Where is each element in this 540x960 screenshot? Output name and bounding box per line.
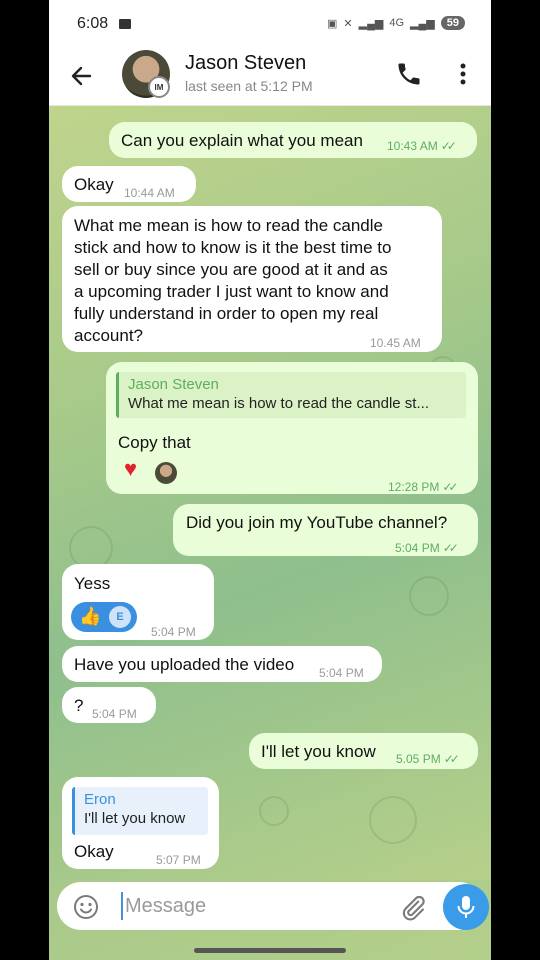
message-meta: 5:04 PM ✓✓	[395, 537, 459, 559]
message-time: 5:07 PM	[156, 853, 201, 867]
message-line: stick and how to know is it the best tim…	[74, 238, 392, 257]
double-check-icon: ✓✓	[442, 480, 458, 494]
wallpaper-doodle	[409, 576, 449, 616]
message-input[interactable]	[121, 892, 381, 920]
message-line: a upcoming trader I just want to know an…	[74, 282, 389, 301]
home-indicator[interactable]	[194, 948, 346, 953]
double-check-icon: ✓✓	[440, 139, 457, 153]
double-check-icon: ✓✓	[442, 541, 459, 555]
phone-icon	[398, 63, 420, 85]
message-time: 12:28 PM	[388, 480, 440, 494]
message-time: 10:43 AM	[387, 139, 438, 153]
emoji-button[interactable]	[73, 894, 99, 920]
emoji-icon	[74, 895, 98, 919]
attach-icon	[402, 895, 425, 921]
message-meta: 12:28 PM ✓✓	[388, 476, 459, 498]
message-bubble-incoming[interactable]: ? 5:04 PM	[62, 687, 156, 723]
thumbs-up-icon: 👍	[79, 606, 102, 626]
contact-name[interactable]: Jason Steven	[185, 52, 306, 75]
reaction-chip[interactable]: 👍 E	[71, 602, 137, 632]
cast-icon	[119, 19, 131, 29]
message-line: fully understand in order to open my rea…	[74, 304, 379, 323]
network-type: 4G	[389, 17, 405, 29]
message-time: 5:04 PM	[92, 707, 137, 721]
contact-avatar[interactable]: IM	[122, 50, 170, 98]
reply-sender: Jason Steven	[128, 376, 219, 393]
message-line: What me mean is how to read the candle	[74, 216, 383, 235]
attach-button[interactable]	[399, 894, 427, 922]
message-bubble-incoming[interactable]: Eron I'll let you know Okay 5:07 PM	[62, 777, 219, 869]
reply-quote[interactable]: Jason Steven What me mean is how to read…	[116, 372, 466, 418]
message-text: Yess	[74, 574, 111, 593]
message-bubble-incoming[interactable]: What me mean is how to read the candle s…	[62, 206, 442, 352]
reply-text: I'll let you know	[84, 810, 186, 827]
battery-indicator: 59	[440, 16, 465, 30]
message-time: 10.45 AM	[370, 336, 421, 350]
message-time: 5:04 PM	[319, 666, 364, 680]
chat-header: IM Jason Steven last seen at 5:12 PM	[49, 50, 491, 106]
message-text: Can you explain what you mean	[121, 131, 363, 150]
back-button[interactable]	[67, 62, 95, 90]
message-text: I'll let you know	[261, 742, 376, 761]
message-time: 5:04 PM	[395, 541, 440, 555]
message-time: 5.05 PM	[396, 752, 441, 766]
composer-pill	[57, 882, 489, 930]
screen-mirror-icon: ▣	[327, 17, 338, 30]
message-text: Okay	[74, 175, 114, 194]
status-bar: 6:08 ▣ ✕ ▂▄▆ 4G ▂▄▆ 59	[49, 0, 491, 50]
more-options-button[interactable]	[453, 60, 473, 88]
message-bubble-outgoing[interactable]: Jason Steven What me mean is how to read…	[106, 362, 478, 494]
double-check-icon: ✓✓	[443, 752, 460, 766]
message-bubble-incoming[interactable]: Okay 10:44 AM	[62, 166, 196, 202]
message-text: Have you uploaded the video	[74, 655, 295, 674]
mic-icon	[457, 896, 475, 918]
reply-quote[interactable]: Eron I'll let you know	[72, 787, 208, 835]
message-meta: 5.05 PM ✓✓	[396, 748, 460, 770]
signal-icon-2: ▂▄▆	[410, 17, 435, 30]
more-vertical-icon	[460, 63, 466, 85]
composer-bar	[49, 880, 491, 960]
wallpaper-doodle	[369, 796, 417, 844]
mute-icon: ✕	[343, 17, 353, 30]
message-bubble-outgoing[interactable]: Did you join my YouTube channel? 5:04 PM…	[173, 504, 478, 556]
message-line: account?	[74, 326, 143, 345]
message-list[interactable]: Can you explain what you mean 10:43 AM ✓✓…	[49, 106, 491, 880]
message-text: Okay	[74, 842, 114, 861]
heart-icon[interactable]: ♥	[124, 458, 137, 480]
message-time: 10:44 AM	[124, 186, 175, 200]
message-time: 5:04 PM	[151, 625, 196, 639]
status-indicators: ▣ ✕ ▂▄▆ 4G ▂▄▆ 59	[327, 16, 465, 30]
signal-icon: ▂▄▆	[358, 17, 384, 30]
last-seen-status: last seen at 5:12 PM	[185, 78, 313, 94]
message-bubble-incoming[interactable]: Yess 👍 E 5:04 PM	[62, 564, 214, 640]
message-text: Copy that	[118, 433, 191, 452]
avatar-badge: IM	[148, 76, 170, 98]
message-text: ?	[74, 696, 84, 715]
reply-text: What me mean is how to read the candle s…	[128, 395, 429, 412]
message-meta: 10:43 AM ✓✓	[387, 135, 457, 157]
call-button[interactable]	[395, 60, 423, 88]
wallpaper-doodle	[259, 796, 289, 826]
message-bubble-outgoing[interactable]: I'll let you know 5.05 PM ✓✓	[249, 733, 478, 769]
message-bubble-incoming[interactable]: Have you uploaded the video 5:04 PM	[62, 646, 382, 682]
message-text-block: What me mean is how to read the candle s…	[74, 215, 391, 347]
reactor-avatar: E	[109, 606, 131, 628]
back-arrow-icon	[71, 66, 92, 86]
reply-sender: Eron	[84, 791, 116, 808]
message-line: sell or buy since you are good at it and…	[74, 260, 388, 279]
message-bubble-outgoing[interactable]: Can you explain what you mean 10:43 AM ✓✓	[109, 122, 477, 158]
message-text: Did you join my YouTube channel?	[186, 513, 448, 532]
phone-screen: 6:08 ▣ ✕ ▂▄▆ 4G ▂▄▆ 59 IM Jason Steven l…	[49, 0, 491, 960]
voice-record-button[interactable]	[443, 884, 489, 930]
reaction-avatar	[155, 462, 177, 484]
status-time: 6:08	[77, 15, 109, 32]
